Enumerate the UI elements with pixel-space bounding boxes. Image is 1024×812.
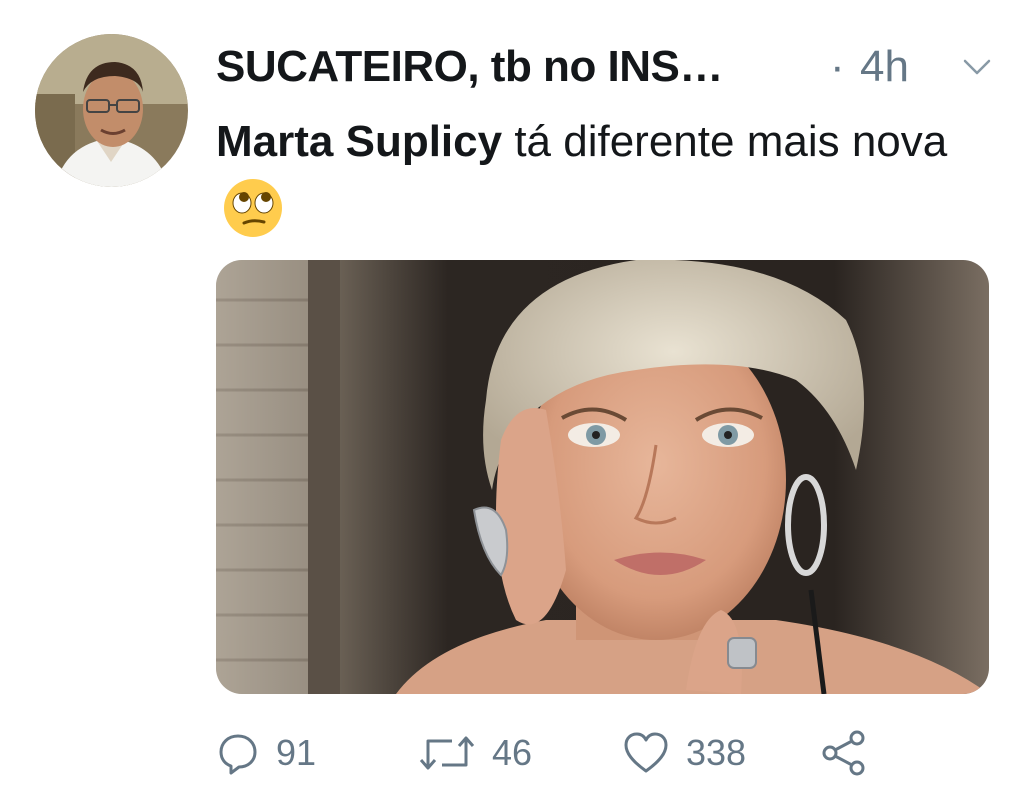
reply-button[interactable]: 91	[216, 725, 316, 781]
retweet-button[interactable]: 46	[418, 725, 532, 781]
mention-link[interactable]: Marta Suplicy	[216, 117, 502, 166]
retweet-count: 46	[492, 732, 533, 773]
reply-count: 91	[276, 732, 317, 773]
tweet-text: Marta Suplicy tá diferente mais nova	[216, 108, 996, 244]
tweet-actions-bar: 91 46 338	[216, 725, 996, 781]
tweet-card[interactable]: SUCATEIRO, tb no INS… · 4h Marta Suplicy…	[0, 0, 1024, 812]
tweet-timestamp[interactable]: 4h	[860, 42, 909, 92]
share-icon	[820, 729, 868, 777]
retweet-icon	[418, 731, 476, 775]
avatar-photo-icon	[35, 34, 188, 187]
like-button[interactable]: 338	[622, 725, 746, 781]
tweet-header: SUCATEIRO, tb no INS… · 4h	[216, 36, 996, 100]
tweet-media-photo[interactable]	[216, 260, 989, 694]
face-with-rolling-eyes-icon	[222, 177, 284, 239]
like-count: 338	[686, 732, 747, 773]
author-avatar[interactable]	[35, 34, 188, 187]
share-button[interactable]	[820, 725, 868, 781]
tweet-body: tá diferente mais nova	[502, 117, 948, 166]
heart-icon	[622, 731, 670, 775]
author-display-name[interactable]: SUCATEIRO, tb no INS…	[216, 42, 723, 92]
header-separator: ·	[830, 42, 845, 91]
chevron-down-icon[interactable]	[960, 50, 994, 84]
photo-image	[216, 260, 989, 694]
reply-icon	[216, 731, 260, 775]
